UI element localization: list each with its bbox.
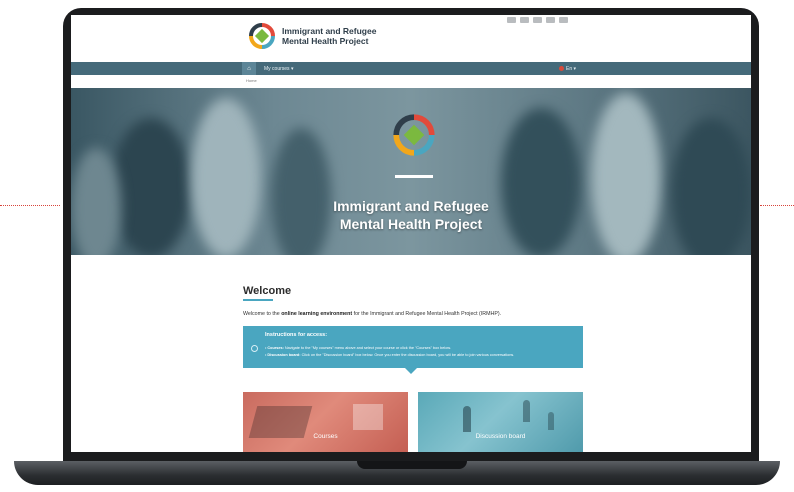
hero-banner: Immigrant and Refugee Mental Health Proj… — [71, 88, 751, 255]
instruction-text: Click on the "Discussion board" box belo… — [300, 353, 515, 357]
instruction-label: Courses: — [267, 346, 284, 350]
crowd-figure — [271, 128, 331, 255]
logo-text[interactable]: Immigrant and Refugee Mental Health Proj… — [282, 26, 376, 46]
laptop-notch — [357, 461, 467, 469]
person-figure — [523, 400, 530, 422]
browser-controls — [507, 17, 568, 23]
intro-bold-text: online learning environment — [281, 311, 353, 317]
site-header: Immigrant and Refugee Mental Health Proj… — [71, 15, 751, 62]
tablet-photo-shape — [353, 404, 383, 430]
breadcrumb-home[interactable]: Home — [246, 78, 257, 83]
hero-logo-icon — [393, 114, 435, 156]
person-figure — [463, 406, 471, 432]
hero-title-line-1: Immigrant and Refugee — [333, 198, 489, 214]
flag-icon — [559, 66, 564, 72]
welcome-intro: Welcome to the online learning environme… — [243, 311, 501, 317]
browser-dot[interactable] — [520, 17, 529, 23]
hero-title-line-2: Mental Health Project — [339, 216, 483, 232]
guide-line-right — [760, 205, 794, 206]
welcome-underline — [243, 299, 273, 301]
home-icon: ⌂ — [247, 65, 251, 72]
instruction-item: Courses: Navigate to the "My courses" me… — [265, 345, 514, 352]
instruction-text: Navigate to the "My courses" menu above … — [283, 346, 451, 350]
crowd-figure — [111, 118, 191, 255]
instructions-pointer — [405, 368, 417, 374]
browser-dot[interactable] — [533, 17, 542, 23]
home-button[interactable]: ⌂ — [242, 62, 256, 75]
browser-dot[interactable] — [507, 17, 516, 23]
hero-divider — [395, 175, 433, 178]
language-selector[interactable]: En ▾ — [559, 66, 576, 72]
instructions-box: Instructions for access: Courses: Naviga… — [243, 326, 583, 368]
discussion-board-card-label: Discussion board — [475, 433, 526, 440]
irmhp-logo-icon[interactable] — [249, 23, 275, 49]
courses-card-label: Courses — [313, 433, 338, 440]
hero-title: Immigrant and Refugee Mental Health Proj… — [261, 197, 561, 233]
discussion-board-card[interactable]: Discussion board — [418, 392, 583, 452]
welcome-heading: Welcome — [243, 285, 292, 297]
navbar: ⌂ My courses ▾ En ▾ — [71, 62, 751, 75]
laptop-screen: Immigrant and Refugee Mental Health Proj… — [71, 15, 751, 452]
instructions-title: Instructions for access: — [265, 332, 328, 338]
logo-line-1: Immigrant and Refugee — [282, 26, 377, 36]
info-icon — [251, 345, 258, 352]
browser-dot[interactable] — [559, 17, 568, 23]
crowd-figure — [191, 98, 261, 255]
my-courses-menu[interactable]: My courses ▾ — [264, 66, 293, 72]
intro-text: Welcome to the — [243, 311, 282, 317]
instructions-list: Courses: Navigate to the "My courses" me… — [265, 345, 514, 359]
crowd-figure — [591, 93, 661, 255]
browser-dot[interactable] — [546, 17, 555, 23]
courses-card[interactable]: Courses — [243, 392, 408, 452]
intro-text-end: for the Immigrant and Refugee Mental Hea… — [352, 311, 502, 317]
instruction-item: Discussion board: Click on the "Discussi… — [265, 352, 514, 359]
crowd-figure — [671, 118, 751, 255]
guide-line-left — [0, 205, 60, 206]
logo-line-2: Mental Health Project — [282, 36, 369, 46]
instruction-label: Discussion board: — [267, 353, 301, 357]
language-label: En ▾ — [566, 66, 577, 72]
person-figure — [548, 412, 554, 430]
